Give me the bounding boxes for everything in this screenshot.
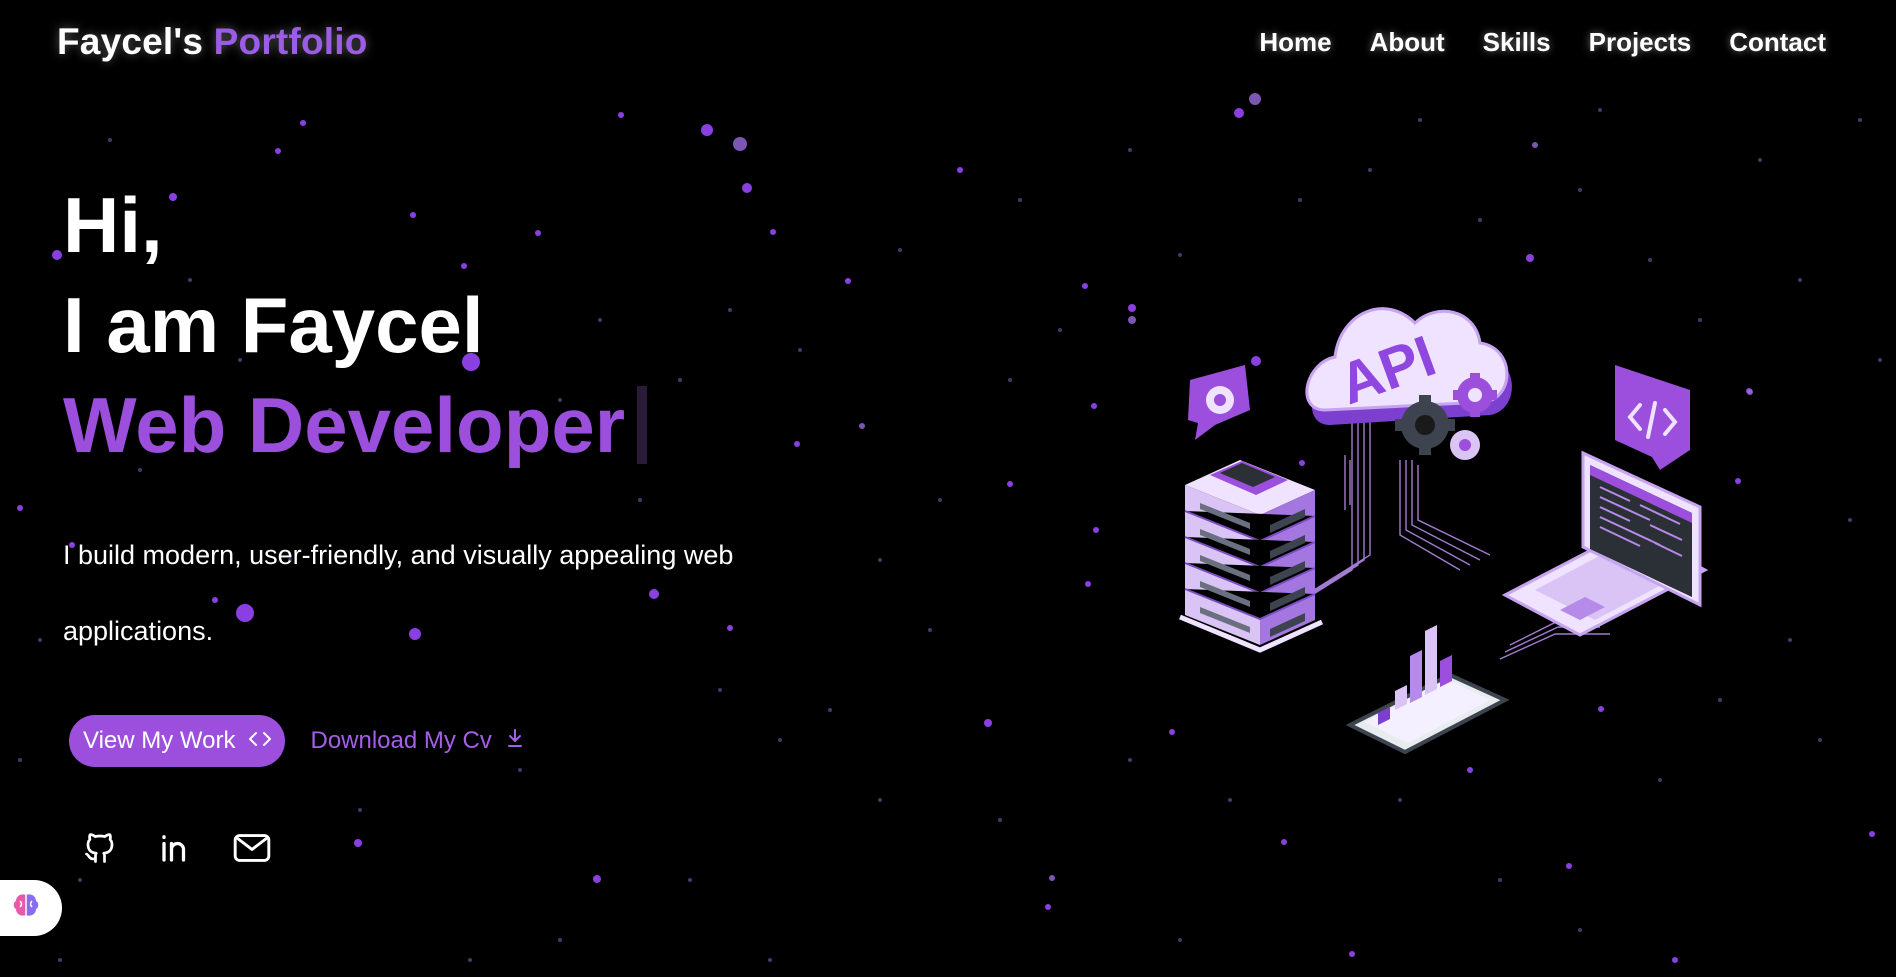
download-cv-button[interactable]: Download My Cv bbox=[310, 727, 523, 755]
nav-contact[interactable]: Contact bbox=[1729, 27, 1826, 58]
view-my-work-label: View My Work bbox=[83, 727, 236, 754]
hero-description: I build modern, user-friendly, and visua… bbox=[63, 540, 734, 646]
social-links bbox=[81, 829, 863, 867]
portfolio-page: Faycel's Portfolio Home About Skills Pro… bbox=[0, 0, 1896, 977]
hero-greeting: Hi, bbox=[63, 181, 163, 269]
typing-caret bbox=[637, 386, 648, 464]
main-nav: Home About Skills Projects Contact bbox=[1259, 27, 1826, 58]
view-my-work-button[interactable]: View My Work bbox=[69, 715, 286, 767]
code-badge-icon bbox=[1615, 365, 1690, 470]
code-icon bbox=[249, 730, 272, 753]
linkedin-icon[interactable] bbox=[157, 829, 195, 867]
chart-tablet-icon bbox=[1345, 625, 1510, 755]
hero-role: Web Developer bbox=[63, 381, 626, 469]
server-stack-icon bbox=[1179, 460, 1324, 653]
hero-section: Hi, I am Faycel Web Developer I build mo… bbox=[63, 175, 863, 867]
mail-icon[interactable] bbox=[233, 829, 271, 867]
nav-about[interactable]: About bbox=[1370, 27, 1445, 58]
download-cv-label: Download My Cv bbox=[310, 727, 492, 754]
site-logo[interactable]: Faycel's Portfolio bbox=[57, 21, 368, 63]
logo-accent-text: Portfolio bbox=[213, 21, 368, 62]
hero-role-line: Web Developer bbox=[63, 375, 863, 475]
nav-projects[interactable]: Projects bbox=[1589, 27, 1692, 58]
brain-icon bbox=[10, 891, 42, 926]
api-server-illustration: API bbox=[1179, 307, 1709, 755]
settings-badge-icon bbox=[1188, 365, 1250, 440]
hero-intro: I am Faycel bbox=[63, 281, 484, 369]
assistant-widget-button[interactable] bbox=[0, 880, 62, 936]
logo-main-text: Faycel's bbox=[57, 21, 204, 62]
nav-home[interactable]: Home bbox=[1259, 27, 1331, 58]
download-icon bbox=[506, 727, 524, 755]
nav-skills[interactable]: Skills bbox=[1483, 27, 1551, 58]
github-icon[interactable] bbox=[81, 829, 119, 867]
laptop-icon bbox=[1501, 450, 1709, 637]
hero-actions: View My Work Download My Cv bbox=[69, 715, 863, 767]
site-header: Faycel's Portfolio Home About Skills Pro… bbox=[0, 0, 1896, 84]
